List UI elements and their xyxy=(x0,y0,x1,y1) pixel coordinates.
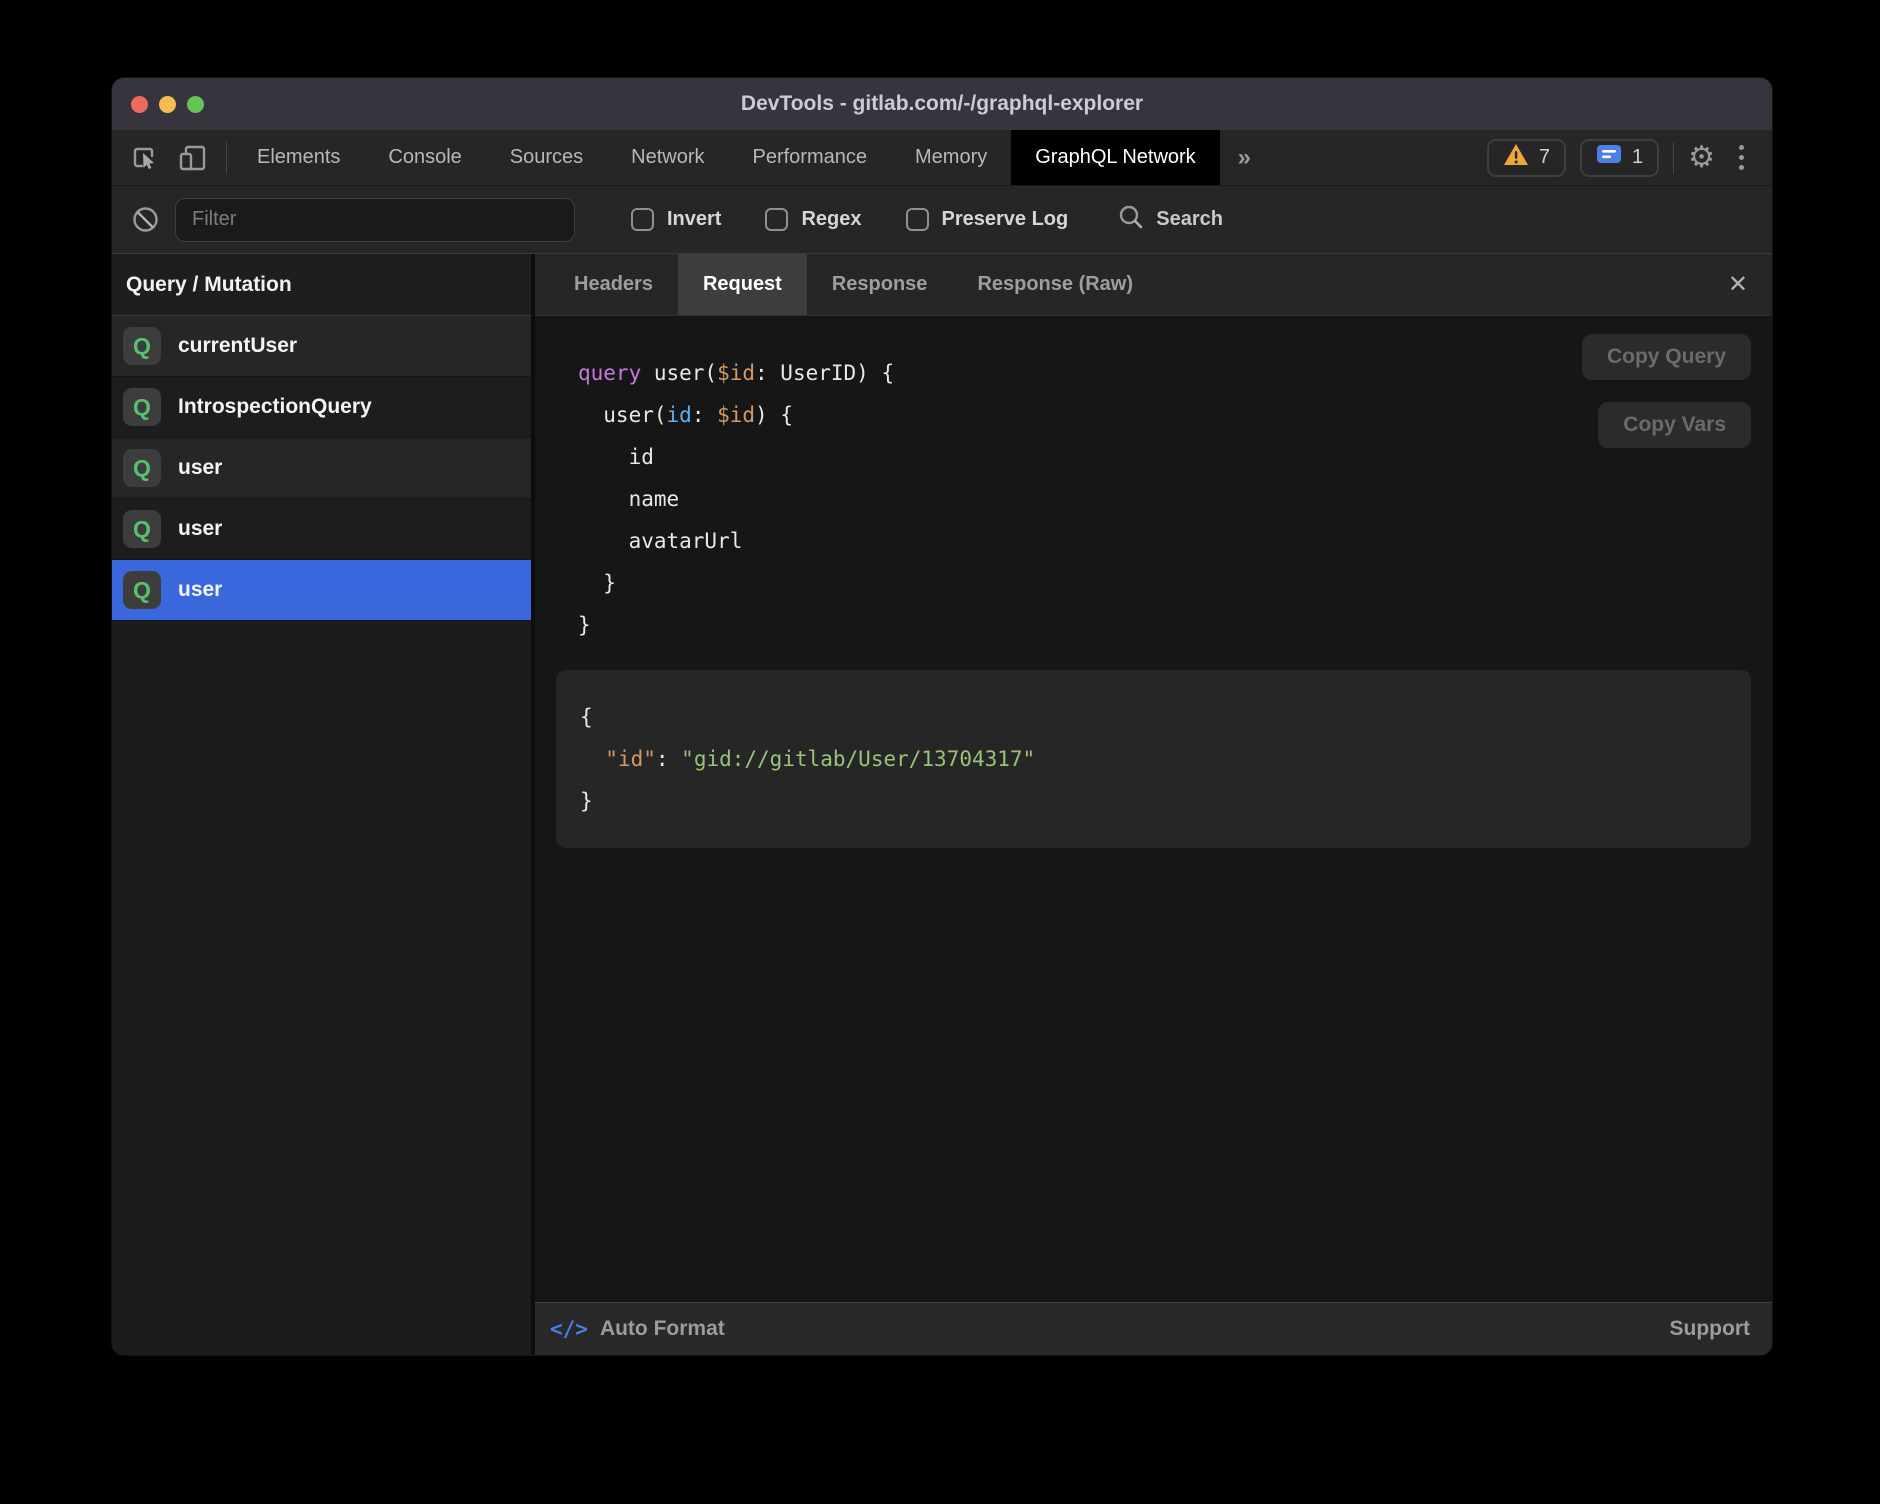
copy-query-button[interactable]: Copy Query xyxy=(1582,334,1751,380)
query-name: currentUser xyxy=(178,334,297,358)
tab-sources[interactable]: Sources xyxy=(486,130,607,185)
tab-request[interactable]: Request xyxy=(678,254,807,315)
query-name: user xyxy=(178,456,222,480)
query-type-icon: Q xyxy=(123,327,161,365)
issues-badge[interactable]: 1 xyxy=(1580,139,1659,177)
issues-count: 1 xyxy=(1632,146,1643,169)
filter-input[interactable] xyxy=(175,198,575,242)
query-variables-box: { "id": "gid://gitlab/User/13704317"} xyxy=(556,670,1751,848)
support-link[interactable]: Support xyxy=(1670,1317,1750,1341)
devtools-window: DevTools - gitlab.com/-/graphql-explorer… xyxy=(112,78,1772,1355)
search-label: Search xyxy=(1156,208,1223,231)
tab-console[interactable]: Console xyxy=(364,130,485,185)
settings-gear-icon[interactable]: ⚙ xyxy=(1688,143,1715,173)
query-type-icon: Q xyxy=(123,449,161,487)
devtools-tab-strip: Elements Console Sources Network Perform… xyxy=(233,130,1220,185)
warnings-count: 7 xyxy=(1539,146,1550,169)
regex-label: Regex xyxy=(801,208,861,231)
tab-memory[interactable]: Memory xyxy=(891,130,1011,185)
detail-tab-strip: Headers Request Response Response (Raw) … xyxy=(535,254,1772,316)
more-options-icon[interactable] xyxy=(1729,145,1754,170)
search-control[interactable]: Search xyxy=(1118,204,1223,236)
query-name: IntrospectionQuery xyxy=(178,395,372,419)
close-panel-icon[interactable]: ✕ xyxy=(1704,254,1772,315)
filter-bar: Invert Regex Preserve Log Search xyxy=(112,186,1772,254)
query-list-sidebar: Query / Mutation Q currentUser Q Introsp… xyxy=(112,254,535,1355)
query-list-header: Query / Mutation xyxy=(112,254,531,316)
query-type-icon: Q xyxy=(123,388,161,426)
inspect-element-icon[interactable] xyxy=(130,144,158,172)
auto-format-icon: </> xyxy=(550,1317,588,1341)
query-type-icon: Q xyxy=(123,571,161,609)
device-toolbar-icon[interactable] xyxy=(178,144,208,172)
toolbar-divider xyxy=(226,142,227,174)
query-list-item[interactable]: Q user xyxy=(112,499,531,560)
regex-checkbox-box[interactable] xyxy=(765,208,788,231)
tab-network[interactable]: Network xyxy=(607,130,728,185)
clear-filter-icon[interactable] xyxy=(132,206,159,233)
query-type-icon: Q xyxy=(123,510,161,548)
preserve-log-checkbox-box[interactable] xyxy=(906,208,929,231)
tab-response[interactable]: Response xyxy=(807,254,953,315)
warning-icon xyxy=(1503,143,1529,172)
toolbar-right-divider xyxy=(1673,142,1674,174)
tab-graphql-network[interactable]: GraphQL Network xyxy=(1011,130,1219,185)
search-icon xyxy=(1118,204,1144,236)
query-list-item-selected[interactable]: Q user xyxy=(112,560,531,621)
window-title: DevTools - gitlab.com/-/graphql-explorer xyxy=(112,92,1772,116)
tab-response-raw[interactable]: Response (Raw) xyxy=(952,254,1158,315)
devtools-toolbar: Elements Console Sources Network Perform… xyxy=(112,130,1772,186)
detail-panel: Headers Request Response Response (Raw) … xyxy=(535,254,1772,1355)
warnings-badge[interactable]: 7 xyxy=(1487,139,1566,177)
panel-footer: </> Auto Format Support xyxy=(535,1302,1772,1355)
tab-headers[interactable]: Headers xyxy=(549,254,678,315)
query-list-item[interactable]: Q IntrospectionQuery xyxy=(112,377,531,438)
preserve-log-label: Preserve Log xyxy=(942,208,1069,231)
message-icon xyxy=(1596,144,1622,172)
tab-performance[interactable]: Performance xyxy=(729,130,892,185)
auto-format-button[interactable]: Auto Format xyxy=(600,1317,725,1341)
title-bar: DevTools - gitlab.com/-/graphql-explorer xyxy=(112,78,1772,130)
tab-elements[interactable]: Elements xyxy=(233,130,364,185)
preserve-log-checkbox[interactable]: Preserve Log xyxy=(906,208,1069,231)
more-tabs-icon[interactable]: » xyxy=(1220,130,1269,185)
query-list-item[interactable]: Q currentUser xyxy=(112,316,531,377)
regex-checkbox[interactable]: Regex xyxy=(765,208,861,231)
request-content: query user($id: UserID) { user(id: $id) … xyxy=(535,316,1772,1302)
query-name: user xyxy=(178,517,222,541)
query-name: user xyxy=(178,578,222,602)
query-list-item[interactable]: Q user xyxy=(112,438,531,499)
copy-vars-button[interactable]: Copy Vars xyxy=(1598,402,1751,448)
invert-checkbox[interactable]: Invert xyxy=(631,208,721,231)
invert-label: Invert xyxy=(667,208,721,231)
invert-checkbox-box[interactable] xyxy=(631,208,654,231)
